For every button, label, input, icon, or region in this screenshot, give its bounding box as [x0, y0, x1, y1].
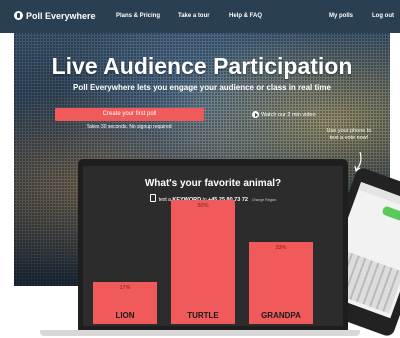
poll-question: What's your favorite animal? — [144, 178, 282, 189]
brand[interactable]: Poll Everywhere — [14, 11, 96, 21]
text-prefix: text a — [158, 197, 171, 203]
bar-category-label: LION — [115, 311, 135, 320]
bar-lion: 17% LION — [93, 282, 157, 324]
hero-title: Live Audience Participation — [51, 53, 353, 79]
nav-take-a-tour[interactable]: Take a tour — [178, 13, 210, 19]
bar-category-label: GRANDPA — [261, 311, 301, 320]
bar-grandpa: 33% GRANDPA — [249, 242, 313, 324]
top-nav: Poll Everywhere Plans & Pricing Take a t… — [0, 0, 400, 33]
bar-value-label: 50% — [197, 203, 209, 209]
laptop-base — [40, 330, 360, 336]
cta-note: Takes 30 seconds. No signup required — [86, 124, 172, 130]
nav-my-polls[interactable]: My polls — [329, 13, 353, 19]
bar-value-label: 33% — [275, 245, 287, 251]
poll-screen: What's your favorite animal? text a KEYW… — [83, 166, 343, 335]
nav-plans-pricing[interactable]: Plans & Pricing — [116, 13, 160, 19]
bar-value-label: 17% — [119, 285, 131, 291]
laptop-mockup: What's your favorite animal? text a KEYW… — [78, 159, 348, 335]
create-first-poll-button[interactable]: Create your first poll — [55, 108, 204, 121]
hero-subtitle: Poll Everywhere lets you engage your aud… — [73, 83, 331, 92]
phone-note: Use your phone to text a vote now! — [326, 128, 372, 141]
play-icon[interactable] — [252, 111, 259, 118]
phone-icon — [149, 194, 156, 202]
nav-help-faq[interactable]: Help & FAQ — [229, 13, 262, 19]
watch-video-link[interactable]: Watch our 2 min video — [261, 112, 316, 118]
nav-log-out[interactable]: Log out — [372, 13, 394, 19]
sms-bubble — [381, 205, 400, 227]
brand-name: Poll Everywhere — [26, 11, 96, 21]
poll-everywhere-logo-icon — [14, 11, 23, 20]
bar-turtle: 50% TURTLE — [171, 200, 235, 324]
bar-category-label: TURTLE — [187, 311, 219, 320]
change-region-link[interactable]: Change Region — [252, 198, 276, 202]
